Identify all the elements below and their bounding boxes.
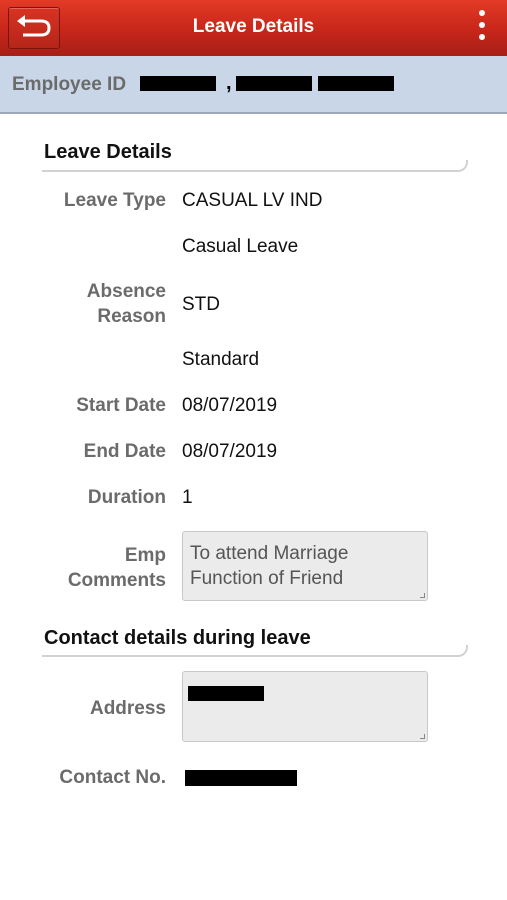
start-date-label: Start Date <box>76 395 166 416</box>
redacted-employee-name <box>236 76 312 91</box>
leave-type-code: CASUAL LV IND <box>182 190 323 211</box>
end-date-value: 08/07/2019 <box>182 441 278 462</box>
page-title: Leave Details <box>192 16 315 37</box>
redacted-contact-number <box>185 770 297 786</box>
emp-comments-field[interactable]: To attend Marriage Function of Friend <box>182 531 428 601</box>
contact-number-label: Contact No. <box>59 767 166 788</box>
resize-handle-icon <box>420 734 425 739</box>
employee-name-separator: , <box>226 72 232 94</box>
employee-strip: Employee ID , <box>0 56 507 114</box>
duration-label: Duration <box>87 487 166 508</box>
absence-reason-description: Standard <box>182 349 260 370</box>
duration-value: 1 <box>182 487 193 508</box>
overflow-menu-icon <box>479 10 485 16</box>
app-bar: Leave Details <box>0 0 507 56</box>
start-date-value: 08/07/2019 <box>182 395 278 416</box>
absence-reason-code: STD <box>182 294 220 315</box>
leave-type-description: Casual Leave <box>182 236 299 257</box>
address-field[interactable] <box>182 671 428 742</box>
redacted-employee-id <box>140 76 216 91</box>
address-label: Address <box>89 698 166 719</box>
end-date-label: End Date <box>83 441 166 462</box>
section-divider <box>42 645 468 657</box>
overflow-menu-button[interactable] <box>472 10 492 44</box>
emp-comments-label: Emp Comments <box>67 545 166 591</box>
section-divider <box>42 160 468 172</box>
leave-type-label: Leave Type <box>63 190 166 211</box>
employee-id-label: Employee ID <box>12 74 127 95</box>
absence-reason-label: Absence Reason <box>86 281 166 327</box>
resize-handle-icon <box>420 593 425 598</box>
redacted-employee-name <box>318 76 394 91</box>
redacted-address <box>188 686 264 701</box>
